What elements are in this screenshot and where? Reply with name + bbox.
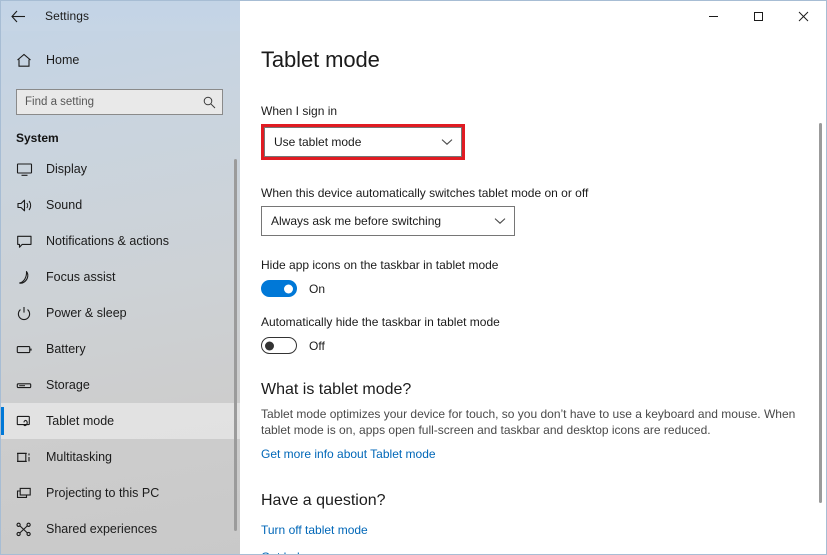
maximize-icon: [754, 11, 763, 21]
search-box[interactable]: [16, 89, 223, 115]
main-scrollbar[interactable]: [819, 123, 822, 503]
speaker-icon: [16, 198, 42, 213]
sidebar-label: Shared experiences: [46, 522, 158, 536]
home-icon: [16, 53, 42, 68]
sign-in-dropdown[interactable]: Use tablet mode: [264, 127, 462, 157]
hide-app-icons-label: Hide app icons on the taskbar in tablet …: [261, 258, 499, 272]
back-arrow-icon: [10, 10, 25, 22]
page-title: Tablet mode: [261, 47, 380, 72]
what-is-body: Tablet mode optimizes your device for to…: [261, 407, 796, 437]
window-title: Settings: [45, 9, 90, 23]
close-icon: [798, 11, 809, 21]
get-more-info-link[interactable]: Get more info about Tablet mode: [261, 447, 436, 461]
title-bar: Settings: [1, 1, 826, 31]
sidebar-scrollbar[interactable]: [234, 159, 237, 531]
sidebar-item-display[interactable]: Display: [1, 151, 240, 187]
sidebar-nav: Display Sound Notifications & actions Fo…: [1, 151, 240, 547]
hide-app-icons-row: On: [261, 280, 826, 297]
battery-icon: [16, 342, 42, 357]
sidebar-item-home[interactable]: Home: [1, 43, 240, 77]
sidebar-item-multitasking[interactable]: Multitasking: [1, 439, 240, 475]
sidebar-item-sound[interactable]: Sound: [1, 187, 240, 223]
sidebar-item-shared-experiences[interactable]: Shared experiences: [1, 511, 240, 547]
project-icon: [16, 486, 42, 501]
sign-in-value: Use tablet mode: [274, 135, 362, 149]
sidebar-item-power-sleep[interactable]: Power & sleep: [1, 295, 240, 331]
monitor-icon: [16, 162, 42, 177]
title-bar-left: Settings: [1, 1, 240, 31]
chevron-down-icon: [441, 138, 453, 146]
sidebar-label: Display: [46, 162, 87, 176]
window-controls: [240, 1, 826, 31]
search-icon: [203, 96, 216, 108]
hide-app-icons-toggle[interactable]: [261, 280, 297, 297]
notification-icon: [16, 234, 42, 249]
sidebar-label: Projecting to this PC: [46, 486, 160, 500]
auto-switch-label: When this device automatically switches …: [261, 186, 589, 200]
moon-icon: [16, 270, 42, 285]
sidebar-group-title: System: [16, 131, 59, 145]
share-icon: [16, 522, 42, 537]
sidebar-label: Storage: [46, 378, 90, 392]
auto-hide-taskbar-row: Off: [261, 337, 826, 354]
sidebar-label: Tablet mode: [46, 414, 115, 428]
turn-off-tablet-mode-link[interactable]: Turn off tablet mode: [261, 523, 368, 537]
tablet-icon: [16, 414, 42, 429]
what-is-heading: What is tablet mode?: [261, 381, 412, 398]
sidebar-item-focus-assist[interactable]: Focus assist: [1, 259, 240, 295]
sidebar-label: Notifications & actions: [46, 234, 169, 248]
sidebar: Home System Display: [1, 31, 240, 554]
sidebar-label: Sound: [46, 198, 83, 212]
minimize-icon: [709, 15, 718, 17]
settings-window: Settings Home Find a setting System Disp…: [0, 0, 827, 555]
sidebar-item-storage[interactable]: Storage: [1, 367, 240, 403]
auto-switch-dropdown[interactable]: Always ask me before switching: [261, 206, 515, 236]
search-input[interactable]: [25, 96, 203, 108]
sidebar-item-notifications[interactable]: Notifications & actions: [1, 223, 240, 259]
hide-app-icons-state: On: [309, 281, 326, 296]
sidebar-label: Battery: [46, 342, 86, 356]
back-button[interactable]: [1, 1, 35, 31]
auto-hide-taskbar-state: Off: [309, 338, 325, 353]
multitasking-icon: [16, 450, 42, 465]
sidebar-label: Multitasking: [46, 450, 112, 464]
close-button[interactable]: [781, 1, 826, 31]
auto-hide-taskbar-toggle[interactable]: [261, 337, 297, 354]
toggle-knob: [284, 284, 293, 293]
have-question-heading: Have a question?: [261, 492, 386, 509]
storage-icon: [16, 378, 42, 393]
sign-in-highlight: Use tablet mode: [261, 124, 465, 160]
sidebar-label: Focus assist: [46, 270, 116, 284]
chevron-down-icon: [494, 217, 506, 225]
minimize-button[interactable]: [691, 1, 736, 31]
sign-in-label: When I sign in: [261, 104, 338, 118]
sidebar-home-label: Home: [46, 53, 80, 67]
sidebar-label: Power & sleep: [46, 306, 127, 320]
sidebar-item-battery[interactable]: Battery: [1, 331, 240, 367]
sidebar-item-tablet-mode[interactable]: Tablet mode: [1, 403, 240, 439]
toggle-knob: [265, 341, 274, 350]
auto-hide-taskbar-label: Automatically hide the taskbar in tablet…: [261, 315, 500, 329]
sidebar-item-projecting[interactable]: Projecting to this PC: [1, 475, 240, 511]
get-help-link[interactable]: Get help: [261, 550, 306, 554]
power-icon: [16, 306, 42, 321]
maximize-button[interactable]: [736, 1, 781, 31]
main-content: Tablet mode When I sign in Use tablet mo…: [240, 31, 826, 554]
auto-switch-value: Always ask me before switching: [271, 214, 442, 228]
